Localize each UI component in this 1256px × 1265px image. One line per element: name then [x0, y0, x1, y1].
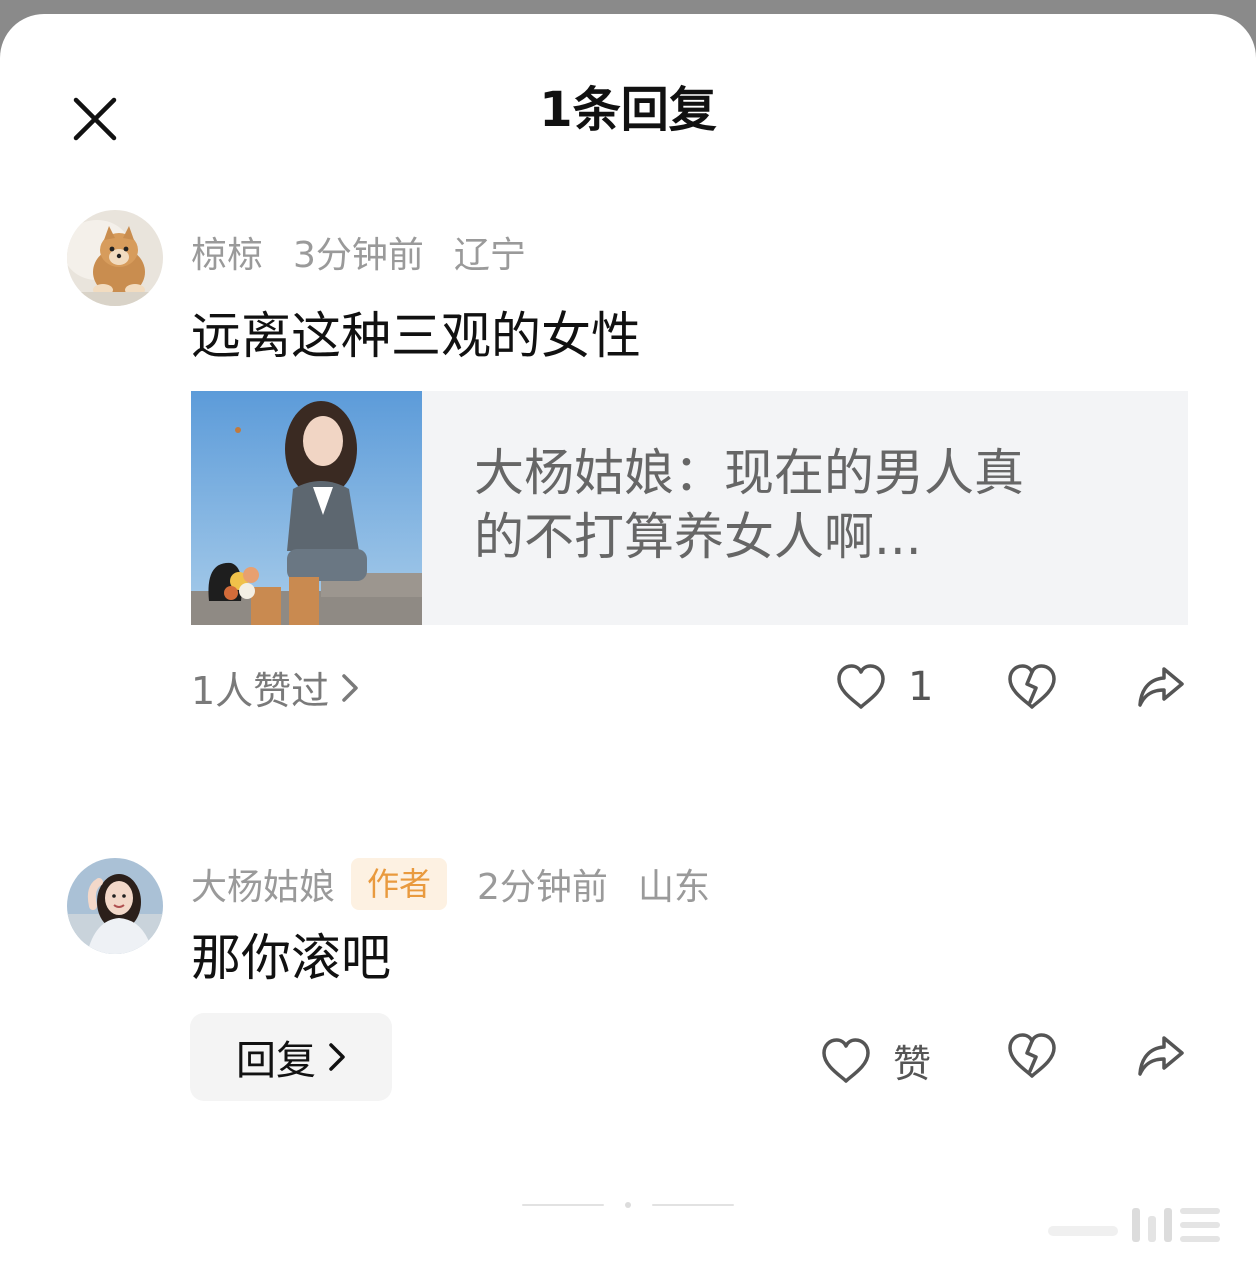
comment-location: 辽宁	[453, 235, 526, 276]
liked-by-link[interactable]: 1人赞过	[191, 660, 359, 715]
chevron-right-icon	[329, 1043, 345, 1071]
reply-like-label: 赞	[893, 1042, 932, 1086]
liked-by-label: 1人赞过	[191, 669, 330, 713]
author-badge: 作者	[351, 858, 448, 910]
comment-text: 远离这种三观的女性	[191, 307, 641, 365]
reply-button[interactable]: 回复	[190, 1013, 392, 1101]
reply-button-label: 回复	[236, 1038, 316, 1084]
comment-share-button[interactable]	[1136, 664, 1186, 710]
article-thumbnail	[191, 391, 422, 625]
share-icon	[1138, 667, 1184, 707]
heart-icon	[822, 1037, 870, 1083]
reply-sheet: 1条回复 椋椋 3分钟前 辽宁 远离这种三观的女性 大杨姑娘：现在的男人真的不打…	[0, 14, 1256, 1265]
article-title: 大杨姑娘：现在的男人真的不打算养女人啊...	[474, 444, 1024, 566]
commenter-username[interactable]: 椋椋	[191, 226, 263, 278]
reply-text: 那你滚吧	[191, 929, 391, 987]
comment-like-count: 1	[908, 664, 934, 710]
heart-icon	[837, 664, 885, 709]
reply-like-button[interactable]: 赞	[821, 1033, 931, 1088]
comment-meta: 椋椋 3分钟前 辽宁	[191, 226, 556, 278]
replier-username[interactable]: 大杨姑娘	[191, 858, 335, 910]
reply-meta: 大杨姑娘 作者 2分钟前 山东	[191, 858, 740, 910]
commenter-avatar[interactable]	[67, 210, 163, 306]
scroll-indicator	[522, 1202, 734, 1208]
share-icon	[1138, 1036, 1184, 1076]
sheet-title: 1条回复	[539, 82, 717, 138]
reply-location: 山东	[637, 867, 710, 908]
reply-share-button[interactable]	[1136, 1033, 1186, 1079]
replier-avatar[interactable]	[67, 858, 163, 954]
watermark-logo	[1048, 1208, 1220, 1242]
comment-like-button[interactable]: 1	[836, 664, 933, 710]
reply-dislike-button[interactable]	[1007, 1033, 1057, 1079]
comment-time: 3分钟前	[293, 235, 424, 276]
comment-dislike-button[interactable]	[1007, 664, 1057, 710]
broken-heart-icon	[1008, 1033, 1056, 1078]
broken-heart-icon	[1008, 664, 1056, 709]
reply-time: 2分钟前	[477, 867, 608, 908]
article-card[interactable]: 大杨姑娘：现在的男人真的不打算养女人啊...	[191, 391, 1188, 625]
chevron-right-icon	[342, 673, 358, 702]
